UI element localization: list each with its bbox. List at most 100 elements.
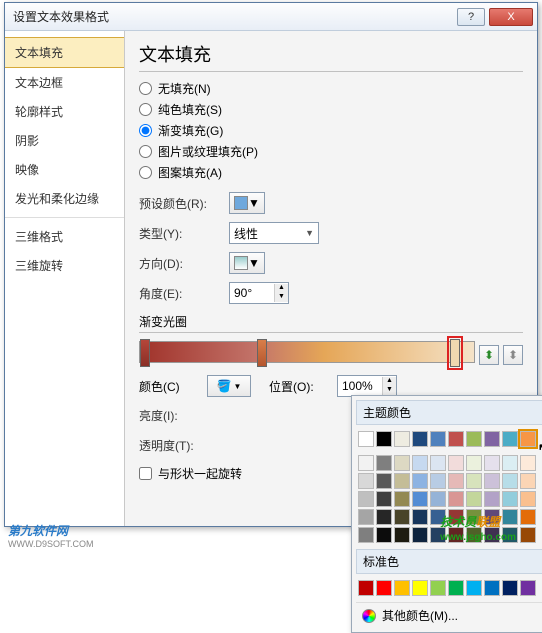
- color-swatch[interactable]: [466, 580, 482, 596]
- chevron-down-icon: ▼: [248, 256, 260, 270]
- sidebar-item-outline-style[interactable]: 轮廓样式: [5, 97, 124, 126]
- color-swatch[interactable]: [448, 580, 464, 596]
- color-swatch[interactable]: [520, 509, 536, 525]
- radio-picture-fill[interactable]: 图片或纹理填充(P): [139, 143, 523, 160]
- color-swatch[interactable]: [484, 473, 500, 489]
- color-swatch[interactable]: [502, 580, 518, 596]
- angle-spinner[interactable]: 90°▲▼: [229, 282, 289, 304]
- radio-input[interactable]: [139, 124, 152, 137]
- type-combo[interactable]: 线性▼: [229, 222, 319, 244]
- radio-pattern-fill[interactable]: 图案填充(A): [139, 164, 523, 181]
- color-swatch[interactable]: [394, 527, 410, 543]
- color-swatch[interactable]: [484, 455, 500, 471]
- color-swatch[interactable]: [520, 491, 536, 507]
- sidebar-item-reflection[interactable]: 映像: [5, 155, 124, 184]
- color-swatch[interactable]: [358, 431, 374, 447]
- color-swatch[interactable]: [412, 491, 428, 507]
- sidebar-item-shadow[interactable]: 阴影: [5, 126, 124, 155]
- gradient-stop-bar[interactable]: [139, 341, 475, 363]
- color-swatch[interactable]: [376, 580, 392, 596]
- color-swatch[interactable]: [430, 473, 446, 489]
- spin-up-icon[interactable]: ▲: [274, 284, 288, 293]
- color-swatch[interactable]: [394, 580, 410, 596]
- radio-input[interactable]: [139, 166, 152, 179]
- color-swatch[interactable]: [358, 473, 374, 489]
- radio-input[interactable]: [139, 82, 152, 95]
- color-swatch[interactable]: [430, 580, 446, 596]
- color-swatch[interactable]: [358, 527, 374, 543]
- radio-no-fill[interactable]: 无填充(N): [139, 80, 523, 97]
- preset-color-combo[interactable]: ▼: [229, 192, 265, 214]
- color-swatch[interactable]: [394, 473, 410, 489]
- color-swatch[interactable]: [448, 491, 464, 507]
- color-wheel-icon: [362, 609, 376, 623]
- color-swatch[interactable]: [376, 527, 392, 543]
- spin-down-icon[interactable]: ▼: [382, 386, 396, 395]
- color-swatch[interactable]: [502, 473, 518, 489]
- color-swatch[interactable]: [466, 455, 482, 471]
- add-stop-button[interactable]: ⬍: [479, 345, 499, 365]
- sidebar-item-3d-format[interactable]: 三维格式: [5, 222, 124, 251]
- color-swatch[interactable]: [376, 431, 392, 447]
- color-swatch[interactable]: [412, 473, 428, 489]
- radio-gradient-fill[interactable]: 渐变填充(G): [139, 122, 523, 139]
- color-swatch[interactable]: [520, 473, 536, 489]
- color-picker-button[interactable]: 🪣▼: [207, 375, 251, 397]
- color-swatch[interactable]: [394, 509, 410, 525]
- color-swatch[interactable]: [448, 473, 464, 489]
- color-swatch[interactable]: [448, 431, 464, 447]
- color-swatch[interactable]: [394, 491, 410, 507]
- color-swatch[interactable]: [466, 491, 482, 507]
- color-swatch[interactable]: [412, 580, 428, 596]
- color-swatch[interactable]: [466, 473, 482, 489]
- color-swatch[interactable]: [412, 509, 428, 525]
- radio-input[interactable]: [139, 145, 152, 158]
- sidebar-item-glow[interactable]: 发光和柔化边缘: [5, 184, 124, 213]
- color-swatch[interactable]: [484, 580, 500, 596]
- radio-solid-fill[interactable]: 纯色填充(S): [139, 101, 523, 118]
- color-swatch[interactable]: [502, 455, 518, 471]
- color-swatch[interactable]: [358, 455, 374, 471]
- color-swatch[interactable]: [484, 431, 500, 447]
- color-swatch[interactable]: [502, 431, 518, 447]
- spin-down-icon[interactable]: ▼: [274, 293, 288, 302]
- gradient-stop-1[interactable]: [140, 339, 150, 367]
- color-swatch[interactable]: [376, 473, 392, 489]
- radio-input[interactable]: [139, 103, 152, 116]
- color-swatch[interactable]: [466, 431, 482, 447]
- color-swatch[interactable]: [430, 491, 446, 507]
- color-swatch[interactable]: [502, 491, 518, 507]
- color-swatch[interactable]: [376, 491, 392, 507]
- gradient-stop-2[interactable]: [257, 339, 267, 367]
- color-swatch[interactable]: [520, 580, 536, 596]
- position-spinner[interactable]: 100%▲▼: [337, 375, 397, 397]
- color-swatch[interactable]: [358, 491, 374, 507]
- color-swatch[interactable]: [448, 455, 464, 471]
- sidebar-item-text-outline[interactable]: 文本边框: [5, 68, 124, 97]
- color-swatch[interactable]: [394, 431, 410, 447]
- help-button[interactable]: ?: [457, 8, 485, 26]
- gradient-stop-3-selected[interactable]: [450, 339, 460, 367]
- checkbox-input[interactable]: [139, 467, 152, 480]
- spin-up-icon[interactable]: ▲: [382, 377, 396, 386]
- color-swatch[interactable]: [520, 431, 536, 447]
- color-swatch[interactable]: [412, 431, 428, 447]
- color-swatch[interactable]: [484, 491, 500, 507]
- color-swatch[interactable]: [520, 455, 536, 471]
- sidebar-item-text-fill[interactable]: 文本填充: [5, 37, 124, 68]
- more-colors-item[interactable]: 其他颜色(M)...: [356, 602, 542, 628]
- color-swatch[interactable]: [412, 527, 428, 543]
- color-swatch[interactable]: [412, 455, 428, 471]
- color-swatch[interactable]: [430, 455, 446, 471]
- color-swatch[interactable]: [520, 527, 536, 543]
- color-swatch[interactable]: [358, 580, 374, 596]
- color-swatch[interactable]: [376, 455, 392, 471]
- sidebar-item-3d-rotation[interactable]: 三维旋转: [5, 251, 124, 280]
- color-swatch[interactable]: [358, 509, 374, 525]
- direction-combo[interactable]: ▼: [229, 252, 265, 274]
- color-swatch[interactable]: [394, 455, 410, 471]
- color-swatch[interactable]: [376, 509, 392, 525]
- close-window-button[interactable]: X: [489, 8, 533, 26]
- remove-stop-button[interactable]: ⬍: [503, 345, 523, 365]
- color-swatch[interactable]: [430, 431, 446, 447]
